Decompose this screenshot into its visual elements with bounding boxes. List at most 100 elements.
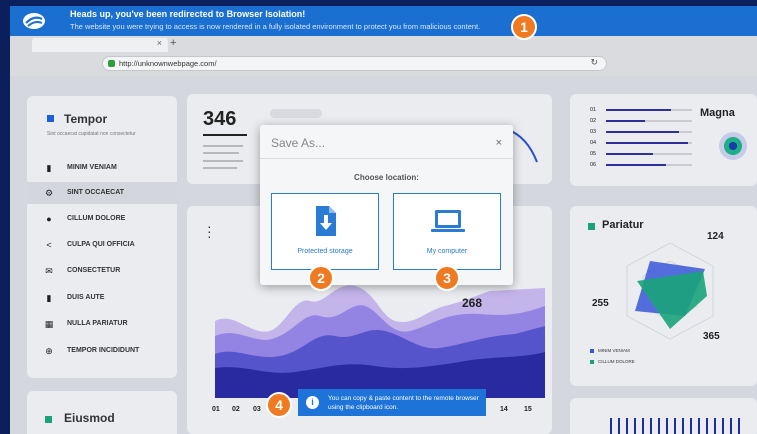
bar-row-label: 01 [590, 107, 597, 113]
sidebar-item-sint-occaecat[interactable]: ⚙ SINT OCCAECAT [27, 182, 177, 204]
sidebar-card: Tempor Sint occaecat cupidatat non conse… [27, 96, 177, 378]
callout-badge-4: 4 [266, 392, 292, 418]
stat-value: 346 [203, 108, 237, 130]
stat-text-line [203, 160, 243, 162]
legend-swatch [590, 349, 594, 353]
sidebar-subtitle: Sint occaecat cupidatat non consectetur [47, 131, 136, 137]
sidebar-item-label: CILLUM DOLORE [67, 215, 126, 222]
dialog-close-icon[interactable]: × [496, 137, 502, 149]
stat-underline [203, 134, 247, 136]
isolation-banner: Heads up, you've been redirected to Brow… [10, 6, 757, 36]
bar-fill [606, 109, 671, 111]
bar-row-label: 06 [590, 162, 597, 168]
sidebar-item-label: DUIS AUTE [67, 294, 105, 301]
bar-track [606, 164, 692, 166]
bar-row-label: 05 [590, 151, 597, 157]
bar-fill [606, 131, 680, 133]
sidebar-title: Tempor [64, 112, 108, 126]
bar-chart-icon: ▮ [46, 293, 52, 303]
more-options-icon[interactable]: · · · [207, 219, 212, 243]
sidebar-item-nulla-pariatur[interactable]: ▦ NULLA PARIATUR [27, 313, 177, 335]
x-axis-label: 03 [253, 406, 261, 413]
legend-label: MINIM VENIAM [598, 348, 630, 353]
banner-subtitle: The website you were trying to access is… [70, 22, 481, 31]
sidebar-item-duis-aute[interactable]: ▮ DUIS AUTE [27, 287, 177, 309]
info-icon: ● [46, 214, 52, 224]
reload-icon[interactable]: ↻ [590, 57, 598, 68]
callout-badge-2: 2 [308, 265, 334, 291]
bar-track [606, 120, 692, 122]
x-axis-label: 01 [212, 406, 220, 413]
bar-fill [606, 142, 688, 144]
calculator-icon: ▦ [44, 319, 54, 329]
bar-fill [606, 153, 654, 155]
stat-text-line [203, 145, 243, 147]
bottom-bars [610, 418, 740, 434]
bar-row-label: 04 [590, 140, 597, 146]
target-icon [719, 132, 747, 160]
banner-title: Heads up, you've been redirected to Brow… [70, 9, 306, 19]
protected-storage-label: Protected storage [297, 248, 353, 255]
zscaler-logo-icon [23, 13, 45, 29]
x-axis-label: 14 [500, 406, 508, 413]
toast-text: You can copy & paste content to the remo… [328, 395, 479, 411]
x-axis-label: 15 [524, 406, 532, 413]
address-bar[interactable]: http://unknownwebpage.com/ ↻ [102, 56, 607, 71]
sidebar-item-label: MINIM VENIAM [67, 164, 117, 171]
bar-track [606, 109, 692, 111]
sidebar-item-minim-veniam[interactable]: ▮ MINIM VENIAM [27, 157, 177, 179]
my-computer-option[interactable]: My computer [393, 193, 501, 270]
eiusmod-marker [45, 416, 52, 423]
sidebar-item-consectetur[interactable]: ✉ CONSECTETUR [27, 260, 177, 282]
laptop-icon [431, 210, 465, 232]
info-icon: i [306, 396, 319, 409]
legend-swatch [590, 360, 594, 364]
sidebar-item-culpa-qui-officia[interactable]: < CULPA QUI OFFICIA [27, 234, 177, 256]
chart-value: 268 [462, 296, 483, 310]
sidebar-item-label: CONSECTETUR [67, 267, 121, 274]
bar-row-label: 02 [590, 118, 597, 124]
pariatur-value: 255 [592, 298, 609, 309]
bar-track [606, 153, 692, 155]
browser-tab[interactable]: × [32, 38, 168, 52]
address-url: http://unknownwebpage.com/ [119, 59, 217, 68]
pariatur-marker [588, 223, 595, 230]
bottom-right-card [570, 398, 757, 434]
area-chart [215, 285, 545, 398]
lock-icon [108, 60, 115, 67]
sidebar-item-cillum-dolore[interactable]: ● CILLUM DOLORE [27, 208, 177, 230]
pariatur-title: Pariatur [602, 219, 644, 231]
tab-close-icon[interactable]: × [157, 38, 162, 48]
callout-badge-1: 1 [511, 14, 537, 40]
dialog-title: Save As... [271, 136, 326, 150]
bar-track [606, 142, 692, 144]
sidebar-item-label: CULPA QUI OFFICIA [67, 241, 135, 248]
bars-card-title: Magna [700, 107, 735, 119]
save-as-dialog: Save As... × Choose location: Protected … [260, 125, 513, 285]
eiusmod-card: Eiusmod [27, 391, 177, 434]
eiusmod-title: Eiusmod [64, 411, 115, 425]
stat-chip [270, 109, 322, 118]
new-tab-button[interactable]: + [170, 37, 176, 49]
x-axis-label: 02 [232, 406, 240, 413]
bar-fill [606, 164, 667, 166]
stat-text-line [203, 152, 239, 154]
gear-icon: ⚙ [44, 188, 54, 198]
clipboard-toast: i You can copy & paste content to the re… [298, 389, 486, 416]
legend-label: CILLUM DOLORE [598, 359, 635, 364]
dialog-divider [260, 158, 513, 159]
sidebar-item-label: TEMPOR INCIDIDUNT [67, 347, 140, 354]
share-icon: < [46, 240, 52, 250]
bar-row-label: 03 [590, 129, 597, 135]
bars-card: 01 02 03 04 05 06 Magna [570, 94, 757, 186]
sidebar-item-label: SINT OCCAECAT [67, 189, 125, 196]
choose-location-label: Choose location: [354, 173, 419, 182]
briefcase-icon: ▮ [46, 163, 52, 173]
bar-fill [606, 120, 645, 122]
protected-storage-option[interactable]: Protected storage [271, 193, 379, 270]
sidebar-item-label: NULLA PARIATUR [67, 320, 128, 327]
mail-icon: ✉ [45, 266, 53, 276]
stat-text-line [203, 167, 237, 169]
download-file-icon [316, 206, 336, 236]
sidebar-item-tempor-incididunt[interactable]: ⊕ TEMPOR INCIDIDUNT [27, 340, 177, 362]
